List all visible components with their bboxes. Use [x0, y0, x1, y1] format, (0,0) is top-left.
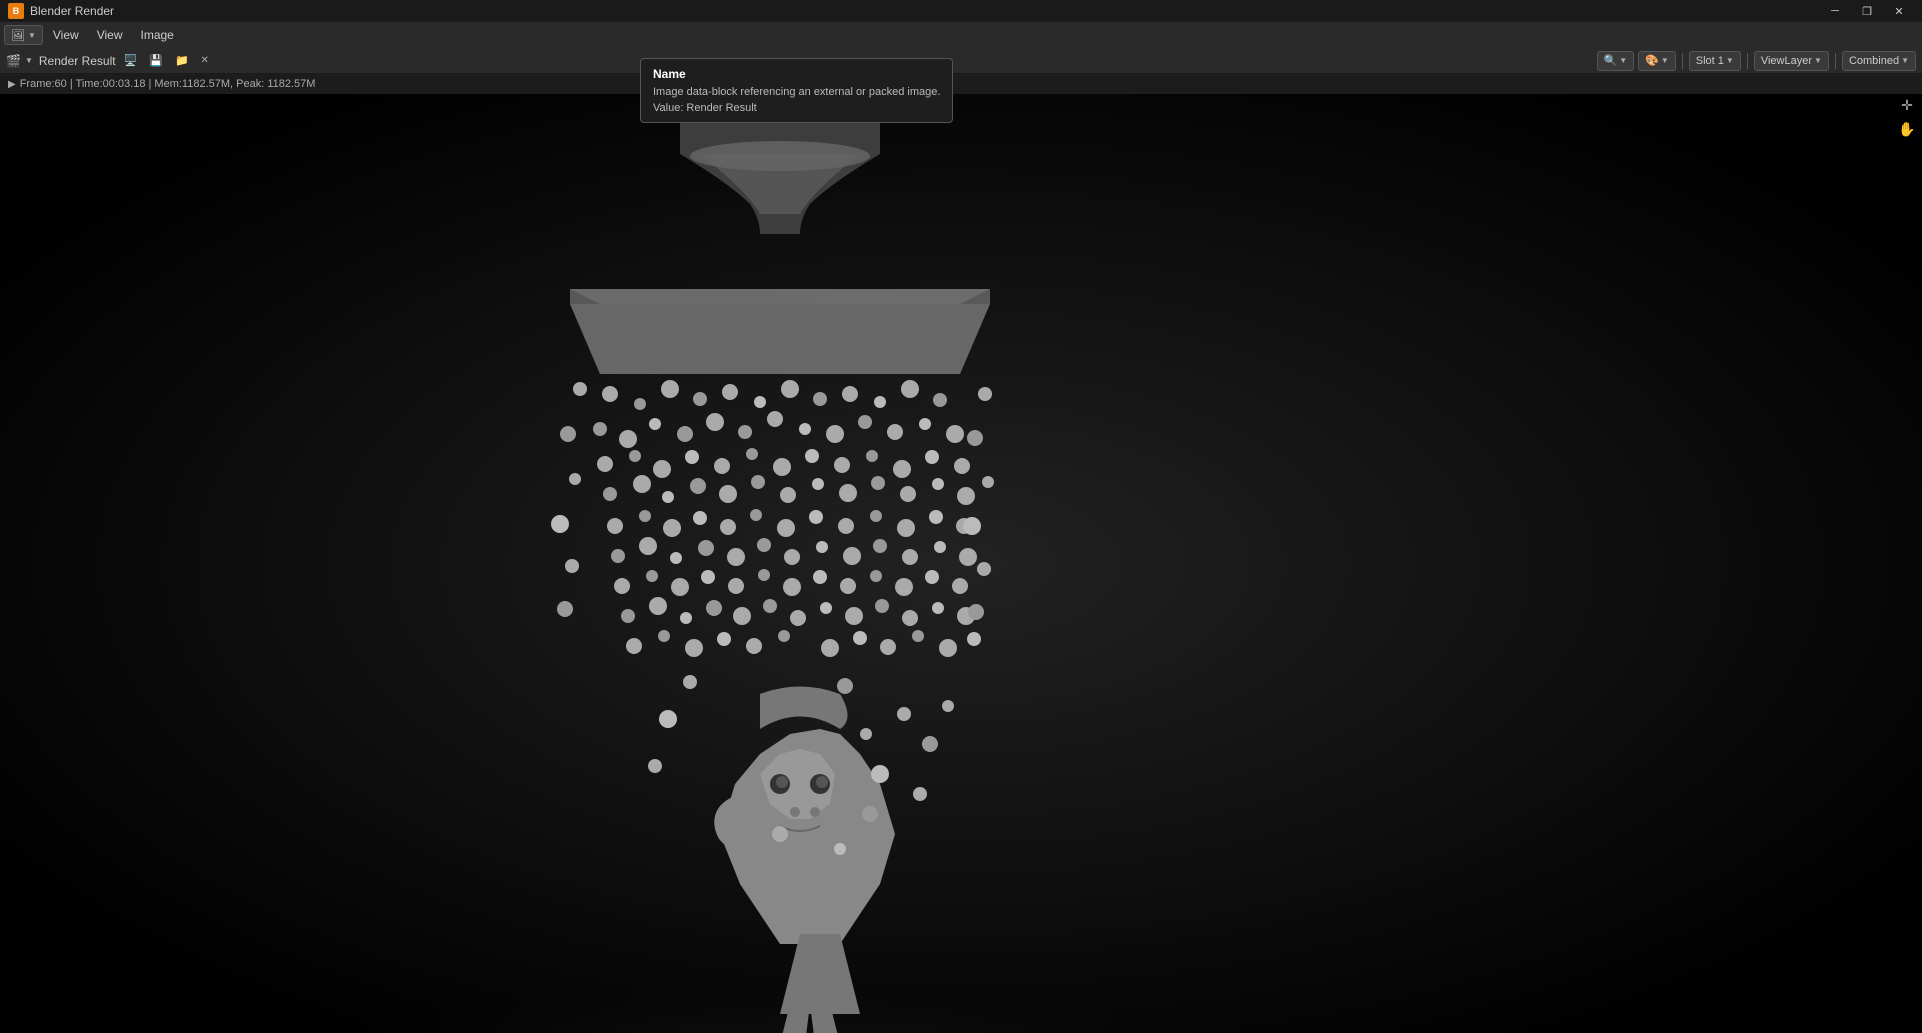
render-area — [0, 94, 1922, 1033]
camera-button[interactable]: 🖥️ — [120, 51, 142, 71]
menu-image[interactable]: Image — [132, 25, 181, 45]
restore-button[interactable]: ❐ — [1852, 1, 1882, 21]
save-icon: 💾 — [149, 54, 163, 67]
titlebar: B Blender Render ─ ❐ ✕ — [0, 0, 1922, 22]
titlebar-controls: ─ ❐ ✕ — [1820, 1, 1914, 21]
statusbar: ▶ Frame:60 | Time:00:03.18 | Mem:1182.57… — [0, 74, 1922, 94]
zoom-icon: 🔍 — [1604, 54, 1618, 67]
statusbar-text: Frame:60 | Time:00:03.18 | Mem:1182.57M,… — [20, 78, 316, 90]
camera-icon: 🖥️ — [124, 54, 138, 67]
view-layer-selector[interactable]: ViewLayer ▼ — [1754, 51, 1829, 71]
header-right: 🔍 ▼ 🎨 ▼ Slot 1 ▼ ViewLayer ▼ Combined ▼ — [1597, 51, 1916, 71]
window-title: Blender Render — [30, 4, 114, 18]
separator2 — [1747, 53, 1748, 69]
tooltip-value: Value: Render Result — [653, 102, 940, 114]
menubar: 🖼 ▼ View View Image — [0, 22, 1922, 48]
editor-type-button[interactable]: 🖼 ▼ — [4, 25, 43, 45]
chevron-down-icon: ▼ — [28, 31, 36, 40]
separator — [1682, 53, 1683, 69]
display-mode-dropdown[interactable]: 🎨 ▼ — [1638, 51, 1676, 71]
render-result-selector[interactable]: 🎬 ▼ Render Result — [6, 54, 116, 68]
header-toolbar: 🎬 ▼ Render Result 🖥️ 💾 📁 ✕ 🔍 ▼ 🎨 ▼ Slot … — [0, 48, 1922, 74]
tooltip: Name Image data-block referencing an ext… — [640, 58, 953, 123]
expand-icon[interactable]: ▶ — [8, 79, 16, 90]
tooltip-description: Image data-block referencing an external… — [653, 85, 940, 100]
slot-label: Slot 1 — [1696, 55, 1724, 67]
combined-label: Combined — [1849, 55, 1899, 67]
render-result-icon: 🎬 — [6, 54, 21, 68]
titlebar-left: B Blender Render — [8, 3, 114, 19]
editor-type-icon: 🖼 — [11, 29, 25, 42]
combined-selector[interactable]: Combined ▼ — [1842, 51, 1916, 71]
minimize-button[interactable]: ─ — [1820, 1, 1850, 21]
floating-plane — [570, 289, 990, 374]
render-scene — [0, 94, 1922, 1033]
header-close-button[interactable]: ✕ — [197, 53, 213, 69]
pan-tool-button[interactable]: ✋ — [1896, 118, 1918, 140]
right-tools: ✛ ✋ — [1896, 94, 1918, 140]
folder-button[interactable]: 📁 — [171, 51, 193, 71]
tooltip-name-label: Name — [653, 67, 940, 81]
separator3 — [1835, 53, 1836, 69]
folder-icon: 📁 — [175, 54, 189, 67]
chevron-down-icon: ▼ — [25, 56, 33, 65]
zoom-level-dropdown[interactable]: 🔍 ▼ — [1597, 51, 1635, 71]
menu-view2[interactable]: View — [89, 25, 131, 45]
view-layer-label: ViewLayer — [1761, 55, 1812, 67]
save-button[interactable]: 💾 — [145, 51, 167, 71]
blender-icon: B — [8, 3, 24, 19]
display-icon: 🎨 — [1645, 54, 1659, 67]
menu-view[interactable]: View — [45, 25, 87, 45]
close-button[interactable]: ✕ — [1884, 1, 1914, 21]
render-result-label: Render Result — [39, 54, 116, 68]
slot-selector[interactable]: Slot 1 ▼ — [1689, 51, 1741, 71]
cursor-tool-button[interactable]: ✛ — [1896, 94, 1918, 116]
